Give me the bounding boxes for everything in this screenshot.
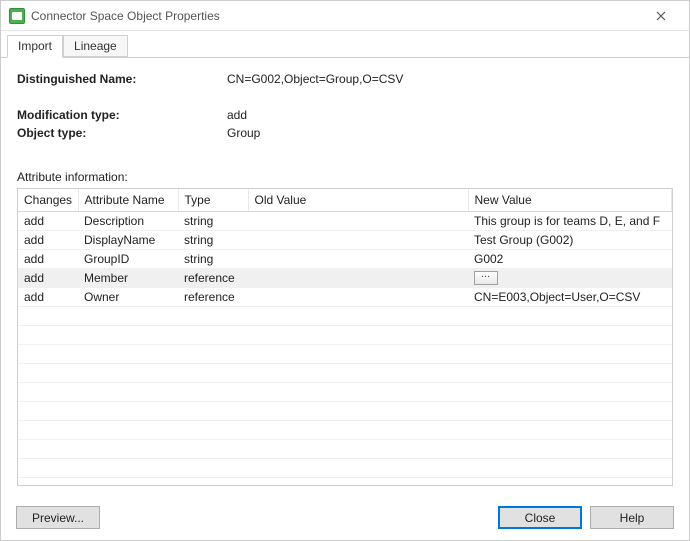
table-row-empty — [18, 440, 672, 459]
table-row[interactable]: addMemberreference … — [18, 268, 672, 288]
table-row-empty — [18, 307, 672, 326]
header-attribute-name[interactable]: Attribute Name — [78, 189, 178, 211]
table-row-empty — [18, 364, 672, 383]
attribute-table: Changes Attribute Name Type Old Value Ne… — [18, 189, 672, 478]
cell-changes: add — [18, 211, 78, 230]
cell-type: string — [178, 211, 248, 230]
cell-new-value: Test Group (G002) — [468, 230, 672, 249]
tab-bar: Import Lineage — [1, 31, 689, 58]
cell-type: string — [178, 249, 248, 268]
footer: Preview... Close Help — [16, 506, 674, 529]
close-icon[interactable] — [641, 2, 681, 30]
help-button[interactable]: Help — [590, 506, 674, 529]
tab-import[interactable]: Import — [7, 35, 63, 58]
cell-changes: add — [18, 230, 78, 249]
table-row-empty — [18, 459, 672, 478]
header-changes[interactable]: Changes — [18, 189, 78, 211]
window-title: Connector Space Object Properties — [31, 9, 641, 23]
table-row-empty — [18, 345, 672, 364]
cell-old-value — [248, 249, 468, 268]
cell-old-value — [248, 268, 468, 288]
cell-attribute-name: DisplayName — [78, 230, 178, 249]
modification-type-label: Modification type: — [17, 108, 227, 122]
dn-value: CN=G002,Object=Group,O=CSV — [227, 72, 673, 86]
cell-new-value: This group is for teams D, E, and F — [468, 211, 672, 230]
attribute-info-label: Attribute information: — [17, 170, 673, 184]
cell-attribute-name: GroupID — [78, 249, 178, 268]
header-old-value[interactable]: Old Value — [248, 189, 468, 211]
titlebar: Connector Space Object Properties — [1, 1, 689, 31]
modification-type-value: add — [227, 108, 673, 122]
content-panel: Distinguished Name: CN=G002,Object=Group… — [1, 58, 689, 494]
table-row[interactable]: addDisplayNamestring Test Group (G002) — [18, 230, 672, 249]
attribute-table-container: Changes Attribute Name Type Old Value Ne… — [17, 188, 673, 486]
dn-label: Distinguished Name: — [17, 72, 227, 86]
cell-type: reference — [178, 268, 248, 288]
cell-old-value — [248, 230, 468, 249]
cell-old-value — [248, 211, 468, 230]
cell-changes: add — [18, 268, 78, 288]
cell-new-value: G002 — [468, 249, 672, 268]
cell-new-value: CN=E003,Object=User,O=CSV — [468, 288, 672, 307]
cell-changes: add — [18, 288, 78, 307]
preview-button[interactable]: Preview... — [16, 506, 100, 529]
table-header-row: Changes Attribute Name Type Old Value Ne… — [18, 189, 672, 211]
table-row[interactable]: addDescriptionstring This group is for te… — [18, 211, 672, 230]
app-icon — [9, 8, 25, 24]
object-type-label: Object type: — [17, 126, 227, 140]
cell-type: reference — [178, 288, 248, 307]
table-row-empty — [18, 402, 672, 421]
table-row[interactable]: addOwnerreference CN=E003,Object=User,O=C… — [18, 288, 672, 307]
ellipsis-button[interactable]: … — [474, 271, 498, 285]
cell-new-value: … — [468, 268, 672, 288]
cell-attribute-name: Owner — [78, 288, 178, 307]
tab-lineage[interactable]: Lineage — [63, 35, 128, 57]
table-row-empty — [18, 326, 672, 345]
cell-attribute-name: Description — [78, 211, 178, 230]
cell-type: string — [178, 230, 248, 249]
cell-changes: add — [18, 249, 78, 268]
header-type[interactable]: Type — [178, 189, 248, 211]
object-type-value: Group — [227, 126, 673, 140]
table-row-empty — [18, 383, 672, 402]
cell-attribute-name: Member — [78, 268, 178, 288]
close-button[interactable]: Close — [498, 506, 582, 529]
table-row-empty — [18, 421, 672, 440]
table-row[interactable]: addGroupIDstring G002 — [18, 249, 672, 268]
cell-old-value — [248, 288, 468, 307]
header-new-value[interactable]: New Value — [468, 189, 672, 211]
